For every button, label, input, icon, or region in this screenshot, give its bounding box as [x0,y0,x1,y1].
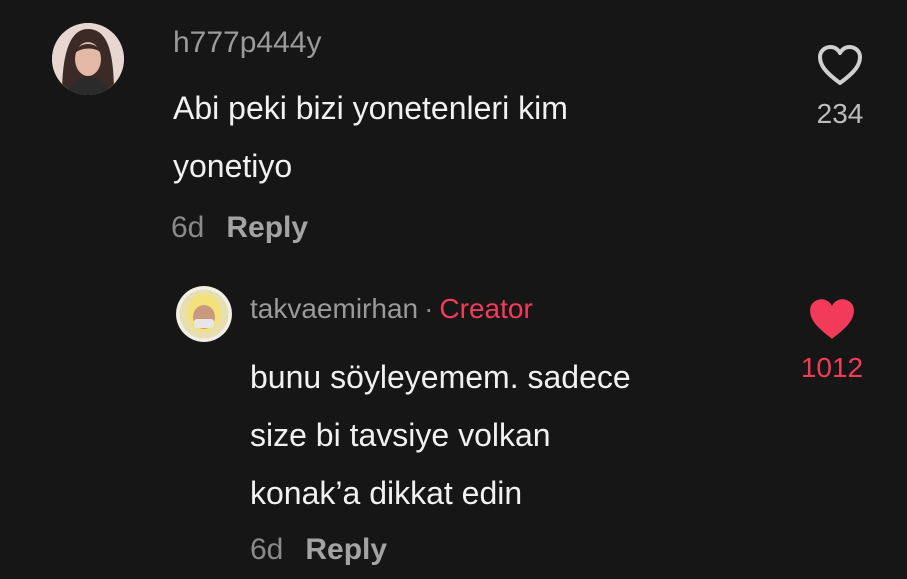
heart-filled-icon [810,299,854,339]
creator-avatar[interactable] [176,286,232,342]
like-count: 234 [816,98,864,129]
reply-username-row: takvaemirhan · Creator [250,295,533,323]
separator-dot: · [424,293,434,324]
reply-meta: 6d Reply [250,535,387,565]
reply-button[interactable]: Reply [305,533,387,566]
reply-text-line: konak’a dikkat edin [250,475,523,511]
like-count: 1012 [800,352,864,383]
comment-text: Abi peki bizi yonetenleri kim yonetiyo [173,79,568,195]
reply-username[interactable]: takvaemirhan [250,293,418,324]
comment-text-line: Abi peki bizi yonetenleri kim [173,90,568,126]
reply-text: bunu söyleyemem. sadece size bi tavsiye … [250,348,631,522]
like-button[interactable]: 234 [795,44,885,128]
reply-timestamp: 6d [250,533,284,566]
avatar[interactable] [52,23,124,95]
user-avatar-image [52,23,124,95]
comment-text-line: yonetiyo [173,148,293,184]
reply-text-line: bunu söyleyemem. sadece [250,359,631,395]
like-button[interactable]: 1012 [787,296,877,382]
creator-badge: Creator [439,293,533,324]
reply-text-line: size bi tavsiye volkan [250,417,551,453]
comment-meta: 6d Reply [171,213,308,243]
creator-avatar-image [176,286,232,342]
comment-username[interactable]: h777p444y [173,28,321,58]
comment-timestamp: 6d [171,211,205,244]
heart-outline-icon [818,45,862,85]
reply-button[interactable]: Reply [226,211,308,244]
